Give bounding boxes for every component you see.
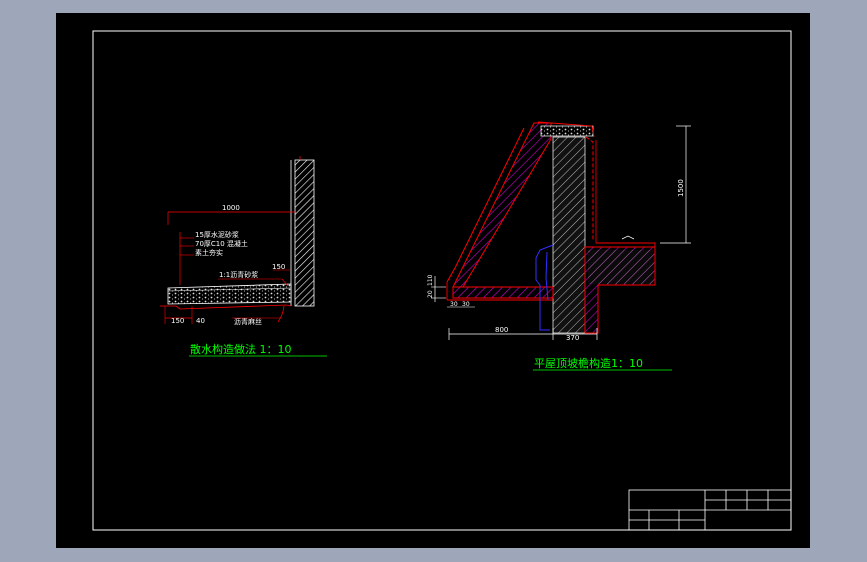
apron-title: 散水构造做法 1：10 xyxy=(190,342,292,356)
dim-30a: 30 xyxy=(450,301,458,308)
dim-40: 40 xyxy=(196,317,205,325)
brick-wall xyxy=(552,136,586,334)
dim-150-bottom: 150 xyxy=(171,317,184,325)
layer-2-label: 70厚C10 混凝土 xyxy=(195,239,248,248)
parapet-cap xyxy=(540,125,594,137)
rope-note: 沥青麻丝 xyxy=(234,317,262,326)
cad-canvas: 1000 15厚水泥砂浆 70厚C10 混凝土 素土夯实 1:1沥青砂浆 150… xyxy=(56,13,810,548)
dim-30b: 30 xyxy=(462,301,470,308)
dim-370: 370 xyxy=(566,334,579,342)
dim-20: 20 xyxy=(427,290,434,298)
eave-title: 平屋顶坡檐构造1：10 xyxy=(534,356,643,370)
dim-1500: 1500 xyxy=(677,179,685,197)
dim-150-top: 150 xyxy=(272,263,285,271)
layer-3-label: 素土夯实 xyxy=(195,248,223,257)
dim-1000: 1000 xyxy=(222,204,240,212)
layer-1-label: 15厚水泥砂浆 xyxy=(195,230,239,239)
apron-slab xyxy=(167,283,292,305)
bottom-beam xyxy=(452,286,554,299)
dim-110: 110 xyxy=(427,274,434,286)
joint-note: 1:1沥青砂浆 xyxy=(219,270,258,279)
wall-hatch xyxy=(294,159,315,307)
dim-800: 800 xyxy=(495,326,508,334)
